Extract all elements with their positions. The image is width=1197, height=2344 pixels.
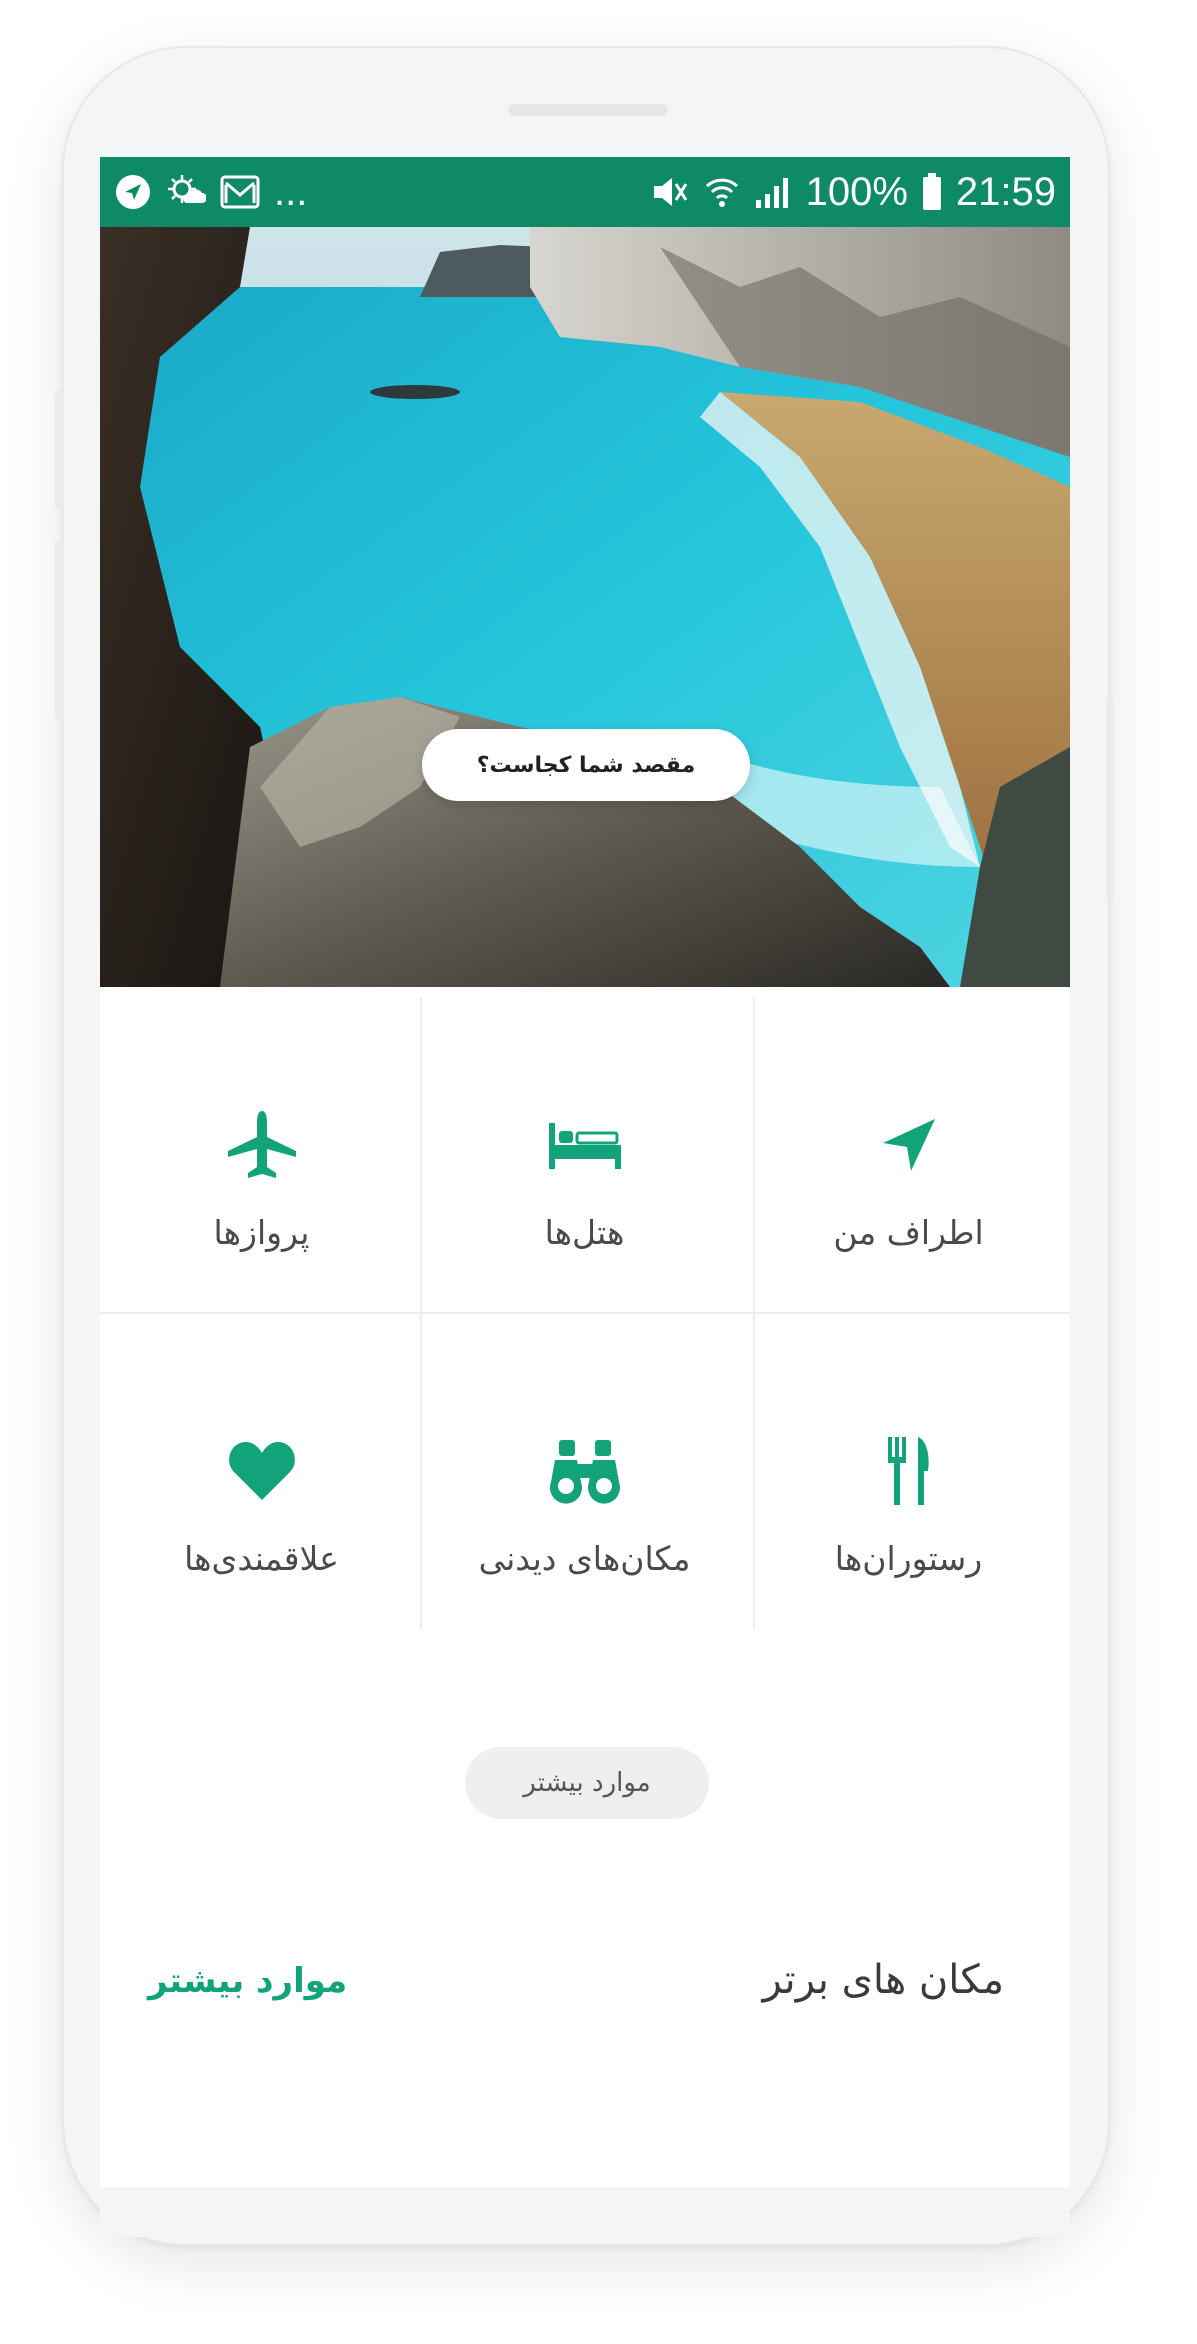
top-places-more-link[interactable]: موارد بیشتر <box>148 1961 347 2001</box>
hero-banner: مقصد شما کجاست؟ <box>100 227 1070 987</box>
navigation-arrow-icon <box>879 1105 939 1185</box>
destination-search-button[interactable]: مقصد شما کجاست؟ <box>422 729 750 801</box>
category-label: اطراف من <box>833 1213 984 1252</box>
battery-percent: 100% <box>805 169 908 214</box>
mute-icon <box>650 174 690 210</box>
category-label: مکان‌های دیدنی <box>478 1539 691 1578</box>
category-flights[interactable]: پروازها <box>100 987 423 1313</box>
category-favorites[interactable]: علاقمندی‌ها <box>100 1313 423 1639</box>
speaker-grille <box>508 104 668 116</box>
category-label: علاقمندی‌ها <box>184 1539 339 1578</box>
heart-icon <box>228 1431 296 1511</box>
status-left: ... <box>114 170 307 215</box>
side-button <box>1106 700 1114 900</box>
category-nearby[interactable]: اطراف من <box>747 987 1070 1313</box>
status-bar: ... 100% 21:59 <box>100 157 1070 227</box>
volume-button <box>55 390 63 510</box>
location-arrow-icon <box>114 173 152 211</box>
category-restaurants[interactable]: رستوران‌ها <box>747 1313 1070 1639</box>
phone-chin <box>100 2187 1070 2237</box>
category-hotels[interactable]: هتل‌ها <box>423 987 746 1313</box>
category-sights[interactable]: مکان‌های دیدنی <box>423 1313 746 1639</box>
airplane-icon <box>224 1105 300 1185</box>
status-right: 100% 21:59 <box>650 170 1056 215</box>
category-label: پروازها <box>213 1213 310 1252</box>
more-categories-button[interactable]: موارد بیشتر <box>465 1747 709 1819</box>
app-screen: ... 100% 21:59 مقصد شما کجاست؟ اطراف من … <box>100 157 1070 2187</box>
category-label: هتل‌ها <box>544 1213 625 1252</box>
status-time: 21:59 <box>955 169 1056 214</box>
gmail-icon <box>220 175 260 209</box>
top-places-title: مکان های برتر <box>762 1957 1004 2003</box>
power-button <box>55 540 63 720</box>
hero-beach-image <box>100 227 1070 987</box>
category-grid: اطراف من هتل‌ها پروازها رستوران‌ها مکا <box>100 987 1070 1639</box>
wifi-icon <box>704 174 740 210</box>
status-ellipsis: ... <box>274 169 308 214</box>
bed-icon <box>547 1105 623 1185</box>
binoculars-icon <box>547 1431 623 1511</box>
fork-knife-icon <box>884 1431 934 1511</box>
signal-icon <box>754 174 792 210</box>
category-label: رستوران‌ها <box>834 1539 983 1578</box>
battery-icon <box>922 173 942 211</box>
weather-icon <box>166 173 206 211</box>
